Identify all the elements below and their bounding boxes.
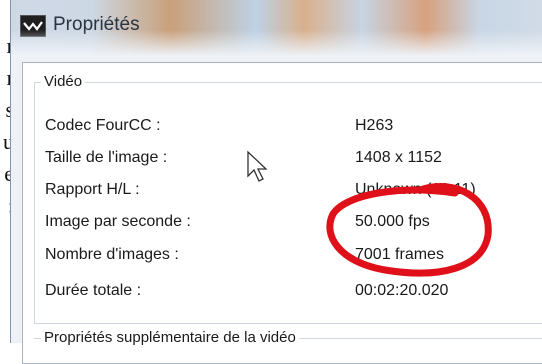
frame-count-value: 7001 frames: [355, 246, 444, 263]
video-group-title: Vidéo: [41, 73, 86, 90]
codec-label: Codec FourCC :: [45, 117, 161, 134]
fps-label: Image par seconde :: [45, 213, 191, 230]
frame-count-label: Nombre d'images :: [45, 246, 179, 263]
extra-group-title: Propriétés supplémentaire de la vidéo: [41, 329, 299, 346]
fps-value: 50.000 fps: [355, 213, 430, 230]
title-bar[interactable]: Propriétés: [11, 0, 542, 56]
codec-value: H263: [355, 117, 394, 134]
image-size-value: 1408 x 1152: [355, 149, 442, 166]
app-video-icon: [20, 15, 46, 37]
duration-label: Durée totale :: [45, 282, 142, 299]
aspect-ratio-value: Unknown (12:11): [355, 181, 476, 198]
window-title: Propriétés: [53, 14, 140, 35]
image-size-label: Taille de l'image :: [45, 149, 168, 166]
aspect-ratio-label: Rapport H/L :: [45, 181, 140, 198]
duration-value: 00:02:20.020: [355, 282, 449, 299]
